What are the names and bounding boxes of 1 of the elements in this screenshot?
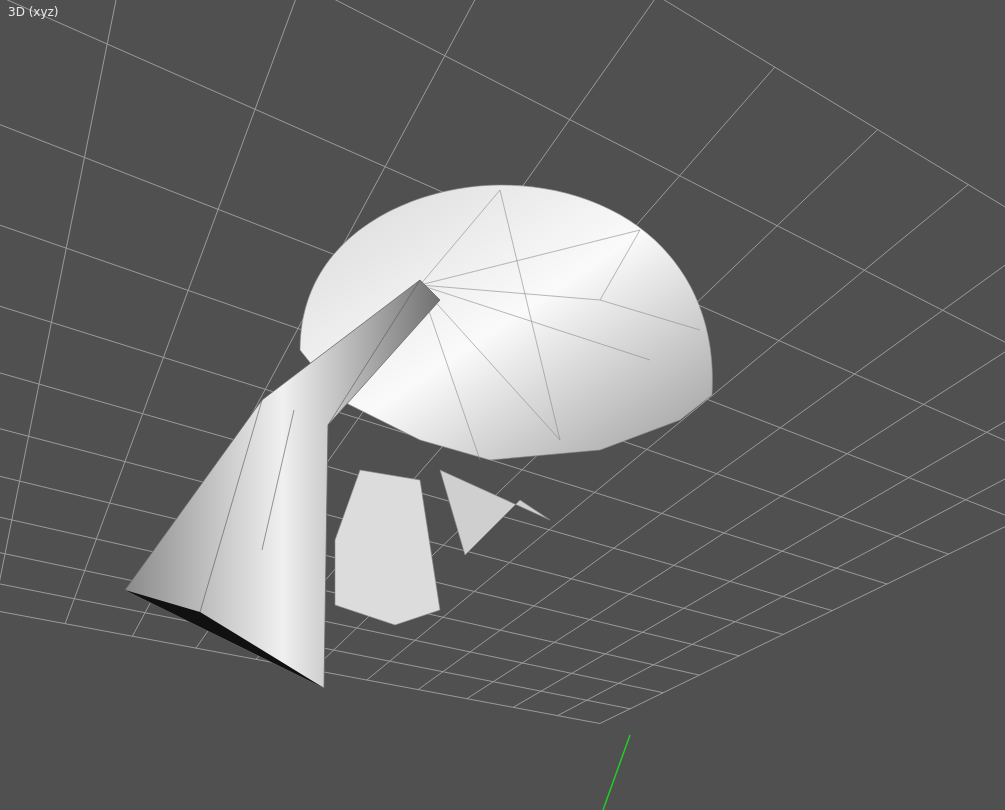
- viewport-label: 3D (xyz): [8, 5, 59, 19]
